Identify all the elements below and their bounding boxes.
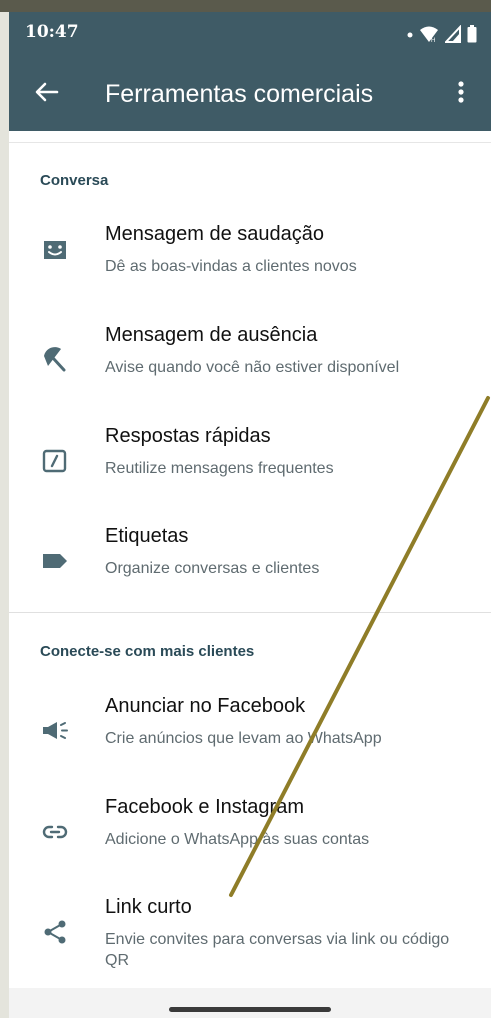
greeting-message-item[interactable]: Mensagem de saudação Dê as boas-vindas a… [9,223,491,319]
svg-text:H: H [431,38,435,43]
more-options-icon[interactable] [451,76,471,108]
item-label: Etiquetas [105,525,189,547]
link-icon [42,825,68,839]
share-icon [44,920,66,944]
item-subtitle: Crie anúncios que levam ao WhatsApp [105,730,382,747]
divider [9,142,491,143]
notification-dot-icon [407,32,413,38]
page-title: Ferramentas comerciais [105,80,374,108]
section-header-conversa: Conversa [40,172,109,189]
quick-replies-icon [42,449,67,473]
signal-icon [445,25,461,43]
app-bar: Ferramentas comerciais [9,54,491,131]
item-label: Respostas rápidas [105,425,271,447]
item-label: Mensagem de ausência [105,324,318,346]
status-bar: 10:47 H [9,12,491,54]
item-subtitle: Avise quando você não estiver disponível [105,359,400,376]
item-label: Anunciar no Facebook [105,695,306,717]
back-arrow-icon[interactable] [31,76,63,108]
item-subtitle: Dê as boas-vindas a clientes novos [105,258,357,275]
wifi-icon: H [420,26,438,43]
section-header-conecte: Conecte-se com mais clientes [40,643,255,660]
facebook-instagram-item[interactable]: Facebook e Instagram Adicione o WhatsApp… [9,796,491,892]
item-label: Facebook e Instagram [105,796,304,818]
item-subtitle: Adicione o WhatsApp às suas contas [105,831,370,848]
megaphone-icon [43,722,68,739]
item-label: Mensagem de saudação [105,223,325,245]
short-link-item[interactable]: Link curto Envie convites para conversas… [9,896,491,992]
home-gesture-handle[interactable] [169,1007,331,1012]
item-subtitle: Reutilize mensagens frequentes [105,460,334,477]
background-edge [0,0,9,1018]
item-subtitle: Envie convites para conversas via link o… [105,931,450,969]
facebook-ads-item[interactable]: Anunciar no Facebook Crie anúncios que l… [9,695,491,791]
navigation-bar [9,988,491,1018]
item-label: Link curto [105,896,192,918]
greeting-message-icon [44,241,66,259]
status-icons: H [407,24,477,44]
away-message-icon [44,347,66,372]
phone-screen: 10:47 H Ferramentas comerciais Conversa … [9,12,491,1018]
away-message-item[interactable]: Mensagem de ausência Avise quando você n… [9,324,491,420]
labels-item[interactable]: Etiquetas Organize conversas e clientes [9,525,491,621]
battery-icon [467,25,477,43]
section-divider [9,612,491,613]
background-top [0,0,491,12]
item-subtitle: Organize conversas e clientes [105,560,320,577]
quick-replies-item[interactable]: Respostas rápidas Reutilize mensagens fr… [9,425,491,521]
status-time: 10:47 [25,22,79,42]
label-icon [43,554,67,568]
